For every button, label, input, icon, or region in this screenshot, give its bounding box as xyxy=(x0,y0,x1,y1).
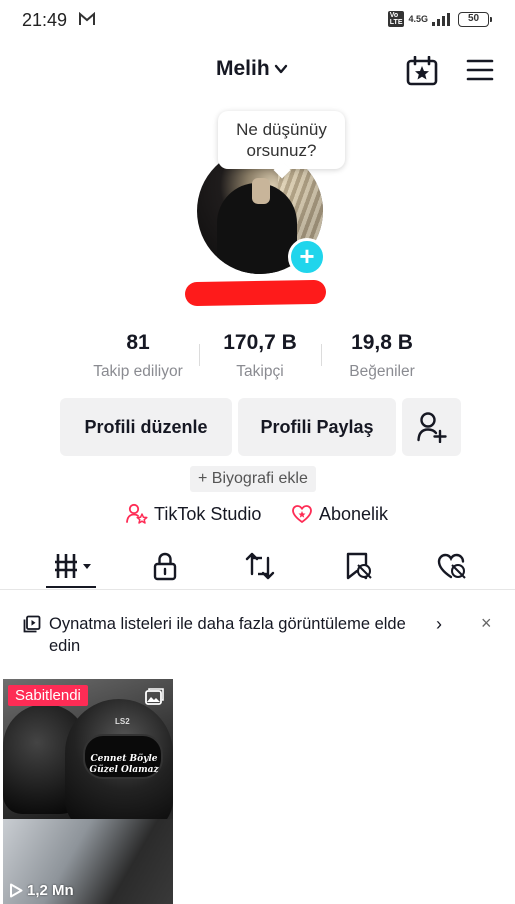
stat-likes[interactable]: 19,8 B Beğeniler xyxy=(333,331,431,381)
stat-followers[interactable]: 170,7 B Takipçi xyxy=(210,331,310,381)
close-icon[interactable]: × xyxy=(481,613,492,634)
calendar-star-icon[interactable] xyxy=(406,56,438,86)
stat-following-label: Takip ediliyor xyxy=(93,363,183,380)
subscription-link[interactable]: Abonelik xyxy=(291,503,388,525)
plus-icon[interactable]: + xyxy=(288,238,326,276)
lock-icon[interactable] xyxy=(149,550,181,582)
view-count-value: 1,2 Mn xyxy=(27,882,74,899)
video-caption: Cennet Böyle Güzel Olamaz xyxy=(89,754,159,775)
stat-likes-value: 19,8 B xyxy=(351,331,413,354)
battery-icon: 50 xyxy=(458,11,492,27)
status-bar: 21:49 Vo LTE 4.5G 50 xyxy=(0,0,515,40)
stat-divider xyxy=(321,344,322,366)
stat-following-value: 81 xyxy=(126,331,150,354)
grid-icon[interactable] xyxy=(54,550,94,582)
stat-divider xyxy=(199,344,200,366)
add-person-icon xyxy=(417,412,447,443)
redacted-display-name xyxy=(184,279,327,307)
pinned-badge: Sabitlendi xyxy=(8,685,88,706)
view-count: 1,2 Mn xyxy=(9,882,74,899)
add-friend-button[interactable] xyxy=(402,398,461,456)
tiktok-studio-label: TikTok Studio xyxy=(154,503,262,524)
creator-person-icon xyxy=(126,503,148,524)
edit-profile-button[interactable]: Profili düzenle xyxy=(60,398,232,456)
stat-followers-value: 170,7 B xyxy=(223,331,297,354)
heart-eye-icon[interactable] xyxy=(436,550,468,582)
signal-icon xyxy=(432,12,450,26)
volte-icon: Vo LTE xyxy=(387,11,405,27)
stat-followers-label: Takipçi xyxy=(236,363,284,380)
photo-icon xyxy=(145,688,164,705)
hamburger-menu-icon[interactable] xyxy=(466,58,494,82)
video-thumbnail[interactable]: LS2 Cennet Böyle Güzel Olamaz xyxy=(3,679,173,904)
repost-icon[interactable] xyxy=(244,550,276,582)
status-time: 21:49 xyxy=(22,10,68,30)
network-type: 4.5G xyxy=(408,13,428,24)
banner-text: Oynatma listeleri ile daha fazla görüntü… xyxy=(49,615,406,655)
playlist-icon xyxy=(23,615,41,633)
share-profile-button[interactable]: Profili Paylaş xyxy=(238,398,396,456)
stat-likes-label: Beğeniler xyxy=(349,363,415,380)
avatar-phone xyxy=(252,178,270,204)
bookmark-eye-icon[interactable] xyxy=(342,550,374,582)
note-bubble[interactable]: Ne düşünüy orsunuz? xyxy=(218,111,345,169)
tiktok-studio-link[interactable]: TikTok Studio xyxy=(126,503,261,525)
add-bio-button[interactable]: + Biyografi ekle xyxy=(190,466,316,492)
chevron-down-icon xyxy=(274,64,287,74)
tab-indicator xyxy=(46,586,96,588)
profile-tabs xyxy=(0,540,515,590)
divider xyxy=(0,589,515,590)
username-switcher[interactable]: Melih xyxy=(216,57,288,81)
status-icons: Vo LTE 4.5G 50 xyxy=(387,11,492,27)
username: Melih xyxy=(216,57,270,80)
thumbnail-helmet-logo: LS2 xyxy=(115,717,130,726)
playlist-banner[interactable]: Oynatma listeleri ile daha fazla görüntü… xyxy=(0,600,515,664)
gmail-icon xyxy=(79,12,95,25)
stat-following[interactable]: 81 Takip ediliyor xyxy=(86,331,190,381)
subscription-heart-icon xyxy=(292,505,312,523)
chevron-right-icon[interactable]: › xyxy=(436,614,442,635)
play-icon xyxy=(10,883,23,898)
subscription-label: Abonelik xyxy=(319,503,389,524)
